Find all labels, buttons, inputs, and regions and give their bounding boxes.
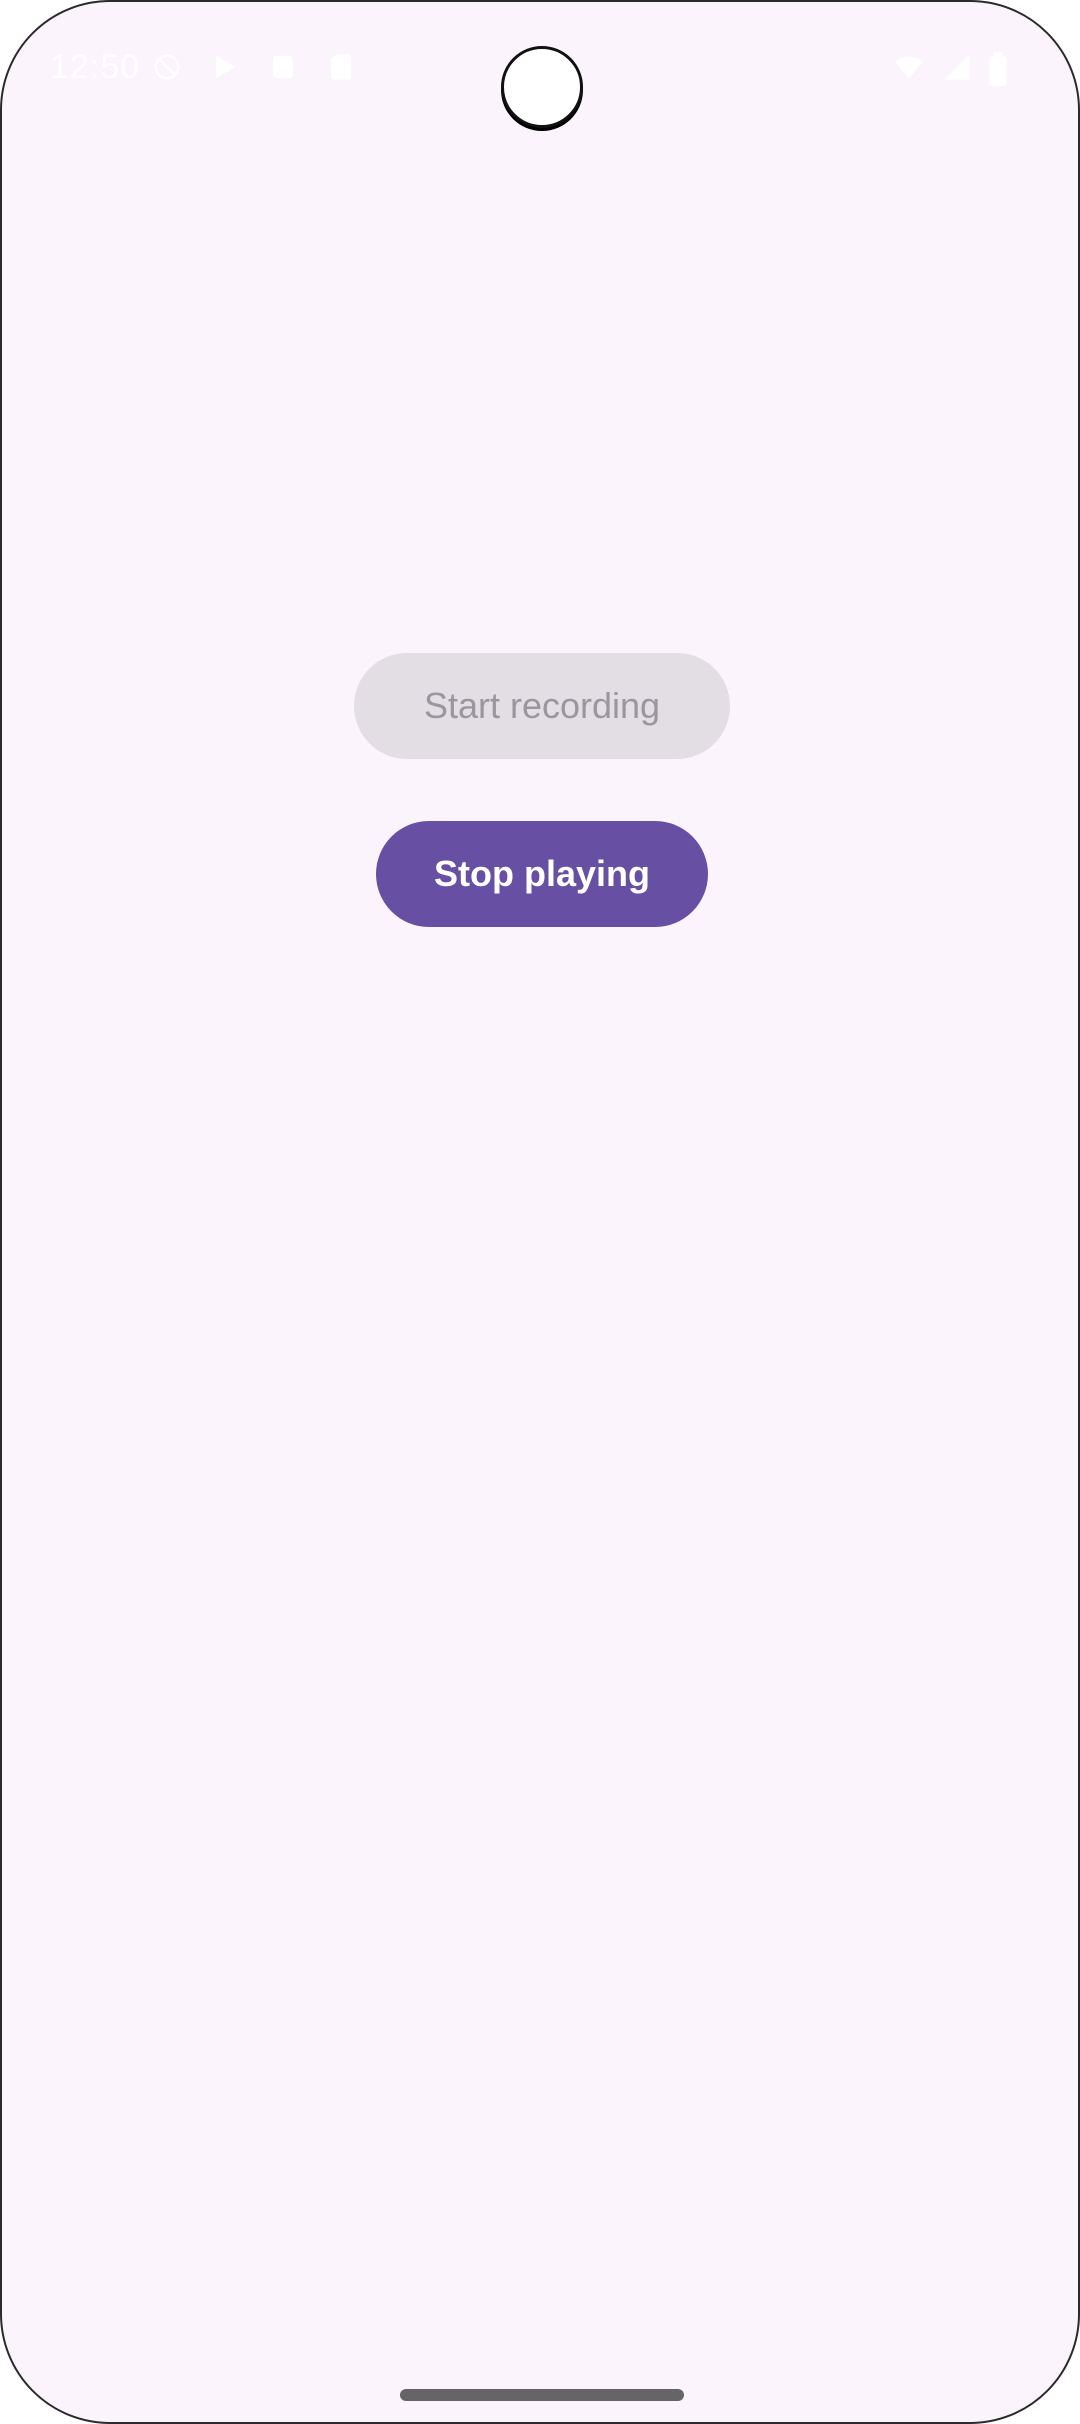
navigation-gesture-handle[interactable]: [400, 2389, 684, 2401]
do-not-disturb-icon: [152, 52, 182, 82]
status-bar: 12:50: [2, 2, 1078, 142]
phone-screen: 12:50 Start recording Stop playing: [0, 0, 1080, 2424]
app-notification-icon: [268, 52, 298, 82]
status-time: 12:50: [50, 48, 141, 86]
play-store-icon: [210, 52, 240, 82]
sd-card-icon: [326, 52, 356, 82]
signal-icon: [942, 52, 972, 82]
stop-playing-button[interactable]: Stop playing: [376, 821, 708, 927]
front-camera-cutout: [501, 46, 583, 128]
wifi-icon: [892, 52, 923, 82]
battery-icon: [986, 52, 1016, 86]
start-recording-button[interactable]: Start recording: [354, 653, 730, 759]
